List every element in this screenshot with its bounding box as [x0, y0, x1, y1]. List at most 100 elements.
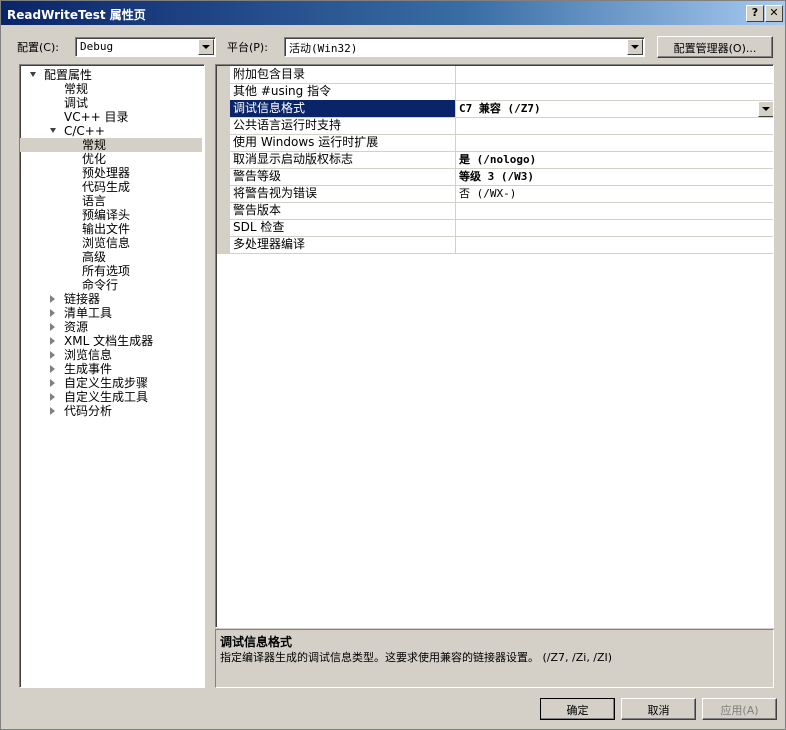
expand-arrow-icon[interactable] [50, 323, 55, 331]
tree-item-label: VC++ 目录 [64, 110, 129, 124]
property-value[interactable] [456, 236, 773, 253]
property-value[interactable] [456, 117, 773, 134]
ok-label: 确定 [566, 704, 589, 717]
property-row[interactable]: 公共语言运行时支持 [230, 117, 773, 135]
property-name: 警告等级 [230, 168, 456, 185]
tree-item-label: 命令行 [82, 278, 119, 292]
tree-item-label: 代码分析 [64, 404, 113, 418]
property-row-selected[interactable]: 调试信息格式 C7 兼容 (/Z7) [230, 100, 773, 118]
property-row[interactable]: 将警告视为错误 否 (/WX-) [230, 185, 773, 203]
cancel-button[interactable]: 取消 [621, 698, 696, 720]
expand-arrow-icon[interactable] [50, 337, 55, 345]
property-value: C7 兼容 (/Z7) [459, 102, 541, 115]
title-bar[interactable]: ReadWriteTest 属性页 ? ✕ [1, 1, 785, 25]
description-title: 调试信息格式 [220, 635, 293, 649]
tree-item-label: 浏览信息 [82, 236, 131, 250]
platform-label: 平台(P): [227, 41, 268, 54]
platform-combobox[interactable]: 活动(Win32) [284, 37, 645, 57]
property-name: 公共语言运行时支持 [230, 117, 456, 134]
tree-item-label: 输出文件 [82, 222, 131, 236]
platform-dropdown-button[interactable] [627, 39, 643, 55]
tree-item-label: C/C++ [64, 124, 105, 138]
property-value[interactable] [456, 202, 773, 219]
apply-button[interactable]: 应用(A) [702, 698, 777, 720]
tree-item-label: 高级 [82, 250, 107, 264]
property-name: 多处理器编译 [230, 236, 456, 253]
property-value[interactable] [456, 83, 773, 100]
expand-arrow-icon[interactable] [50, 295, 55, 303]
tree-item-label: 自定义生成工具 [64, 390, 149, 404]
config-value: Debug [80, 40, 114, 53]
property-row[interactable]: 使用 Windows 运行时扩展 [230, 134, 773, 152]
expand-arrow-icon[interactable] [50, 379, 55, 387]
tree-item-label: 资源 [64, 320, 89, 334]
property-row[interactable]: 多处理器编译 [230, 236, 773, 254]
property-value[interactable]: 等级 3 (/W3) [456, 168, 773, 185]
property-value-combobox[interactable]: C7 兼容 (/Z7) [456, 100, 773, 117]
property-row[interactable]: SDL 检查 [230, 219, 773, 237]
property-row[interactable]: 取消显示启动版权标志 是 (/nologo) [230, 151, 773, 169]
property-name: 其他 #using 指令 [230, 83, 456, 100]
property-value[interactable] [456, 219, 773, 236]
chevron-down-icon [762, 107, 770, 111]
property-grid[interactable]: 附加包含目录 其他 #using 指令 调试信息格式 C7 兼容 (/Z7) 公… [215, 64, 774, 628]
property-value[interactable]: 否 (/WX-) [456, 185, 773, 202]
tree-item-label: 生成事件 [64, 362, 113, 376]
tree-item-label: 常规 [64, 82, 89, 96]
expand-arrow-icon[interactable] [30, 72, 36, 77]
tree-item-label: 优化 [82, 152, 107, 166]
property-name: 将警告视为错误 [230, 185, 456, 202]
expand-arrow-icon[interactable] [50, 351, 55, 359]
config-manager-label: 配置管理器(O)... [673, 42, 757, 55]
tree-item-label: 调试 [64, 96, 89, 110]
window-title: ReadWriteTest 属性页 [7, 8, 146, 22]
chevron-down-icon [631, 45, 639, 49]
description-panel: 调试信息格式 指定编译器生成的调试信息类型。这要求使用兼容的链接器设置。 (/Z… [215, 629, 774, 688]
property-value[interactable]: 是 (/nologo) [456, 151, 773, 168]
apply-label: 应用(A) [720, 704, 759, 717]
expand-arrow-icon[interactable] [50, 309, 55, 317]
tree-item-label: 清单工具 [64, 306, 113, 320]
property-row[interactable]: 警告等级 等级 3 (/W3) [230, 168, 773, 186]
close-button[interactable]: ✕ [765, 5, 783, 22]
property-row[interactable]: 警告版本 [230, 202, 773, 220]
tree-item-label: XML 文档生成器 [64, 334, 154, 348]
property-value[interactable] [456, 66, 773, 83]
property-tree[interactable]: 配置属性 常规 调试 VC++ 目录 C/C++ 常规 优化 预处理器 代码生成… [19, 64, 205, 688]
tree-item-label: 语言 [82, 194, 107, 208]
tree-item-label: 自定义生成步骤 [64, 376, 149, 390]
tree-item-selected[interactable]: 常规 [20, 138, 202, 152]
config-manager-button[interactable]: 配置管理器(O)... [657, 36, 773, 58]
property-value[interactable] [456, 134, 773, 151]
config-label: 配置(C): [17, 41, 59, 54]
property-name: SDL 检查 [230, 219, 456, 236]
expand-arrow-icon[interactable] [50, 407, 55, 415]
property-name: 附加包含目录 [230, 66, 456, 83]
expand-arrow-icon[interactable] [50, 128, 56, 133]
value-dropdown-button[interactable] [758, 101, 773, 117]
tree-item-label: 预编译头 [82, 208, 131, 222]
grid-gutter [217, 66, 230, 254]
tree-item-label: 代码生成 [82, 180, 131, 194]
property-name: 取消显示启动版权标志 [230, 151, 456, 168]
property-row[interactable]: 附加包含目录 [230, 66, 773, 84]
property-name: 警告版本 [230, 202, 456, 219]
tree-item-label: 所有选项 [82, 264, 131, 278]
tree-item-label: 浏览信息 [64, 348, 113, 362]
chevron-down-icon [202, 45, 210, 49]
ok-button[interactable]: 确定 [540, 698, 615, 720]
expand-arrow-icon[interactable] [50, 393, 55, 401]
config-dropdown-button[interactable] [198, 39, 214, 55]
platform-value: 活动(Win32) [289, 42, 358, 55]
property-name: 调试信息格式 [230, 100, 456, 117]
property-name: 使用 Windows 运行时扩展 [230, 134, 456, 151]
tree-item-label: 常规 [82, 138, 107, 152]
help-button[interactable]: ? [746, 5, 764, 22]
tree-item-label: 链接器 [64, 292, 101, 306]
config-combobox[interactable]: Debug [75, 37, 216, 57]
description-text: 指定编译器生成的调试信息类型。这要求使用兼容的链接器设置。 (/Z7, /Zi,… [220, 651, 613, 664]
property-pages-window: ReadWriteTest 属性页 ? ✕ 配置(C): Debug 平台(P)… [0, 0, 786, 730]
property-row[interactable]: 其他 #using 指令 [230, 83, 773, 101]
cancel-label: 取消 [647, 704, 670, 717]
expand-arrow-icon[interactable] [50, 365, 55, 373]
